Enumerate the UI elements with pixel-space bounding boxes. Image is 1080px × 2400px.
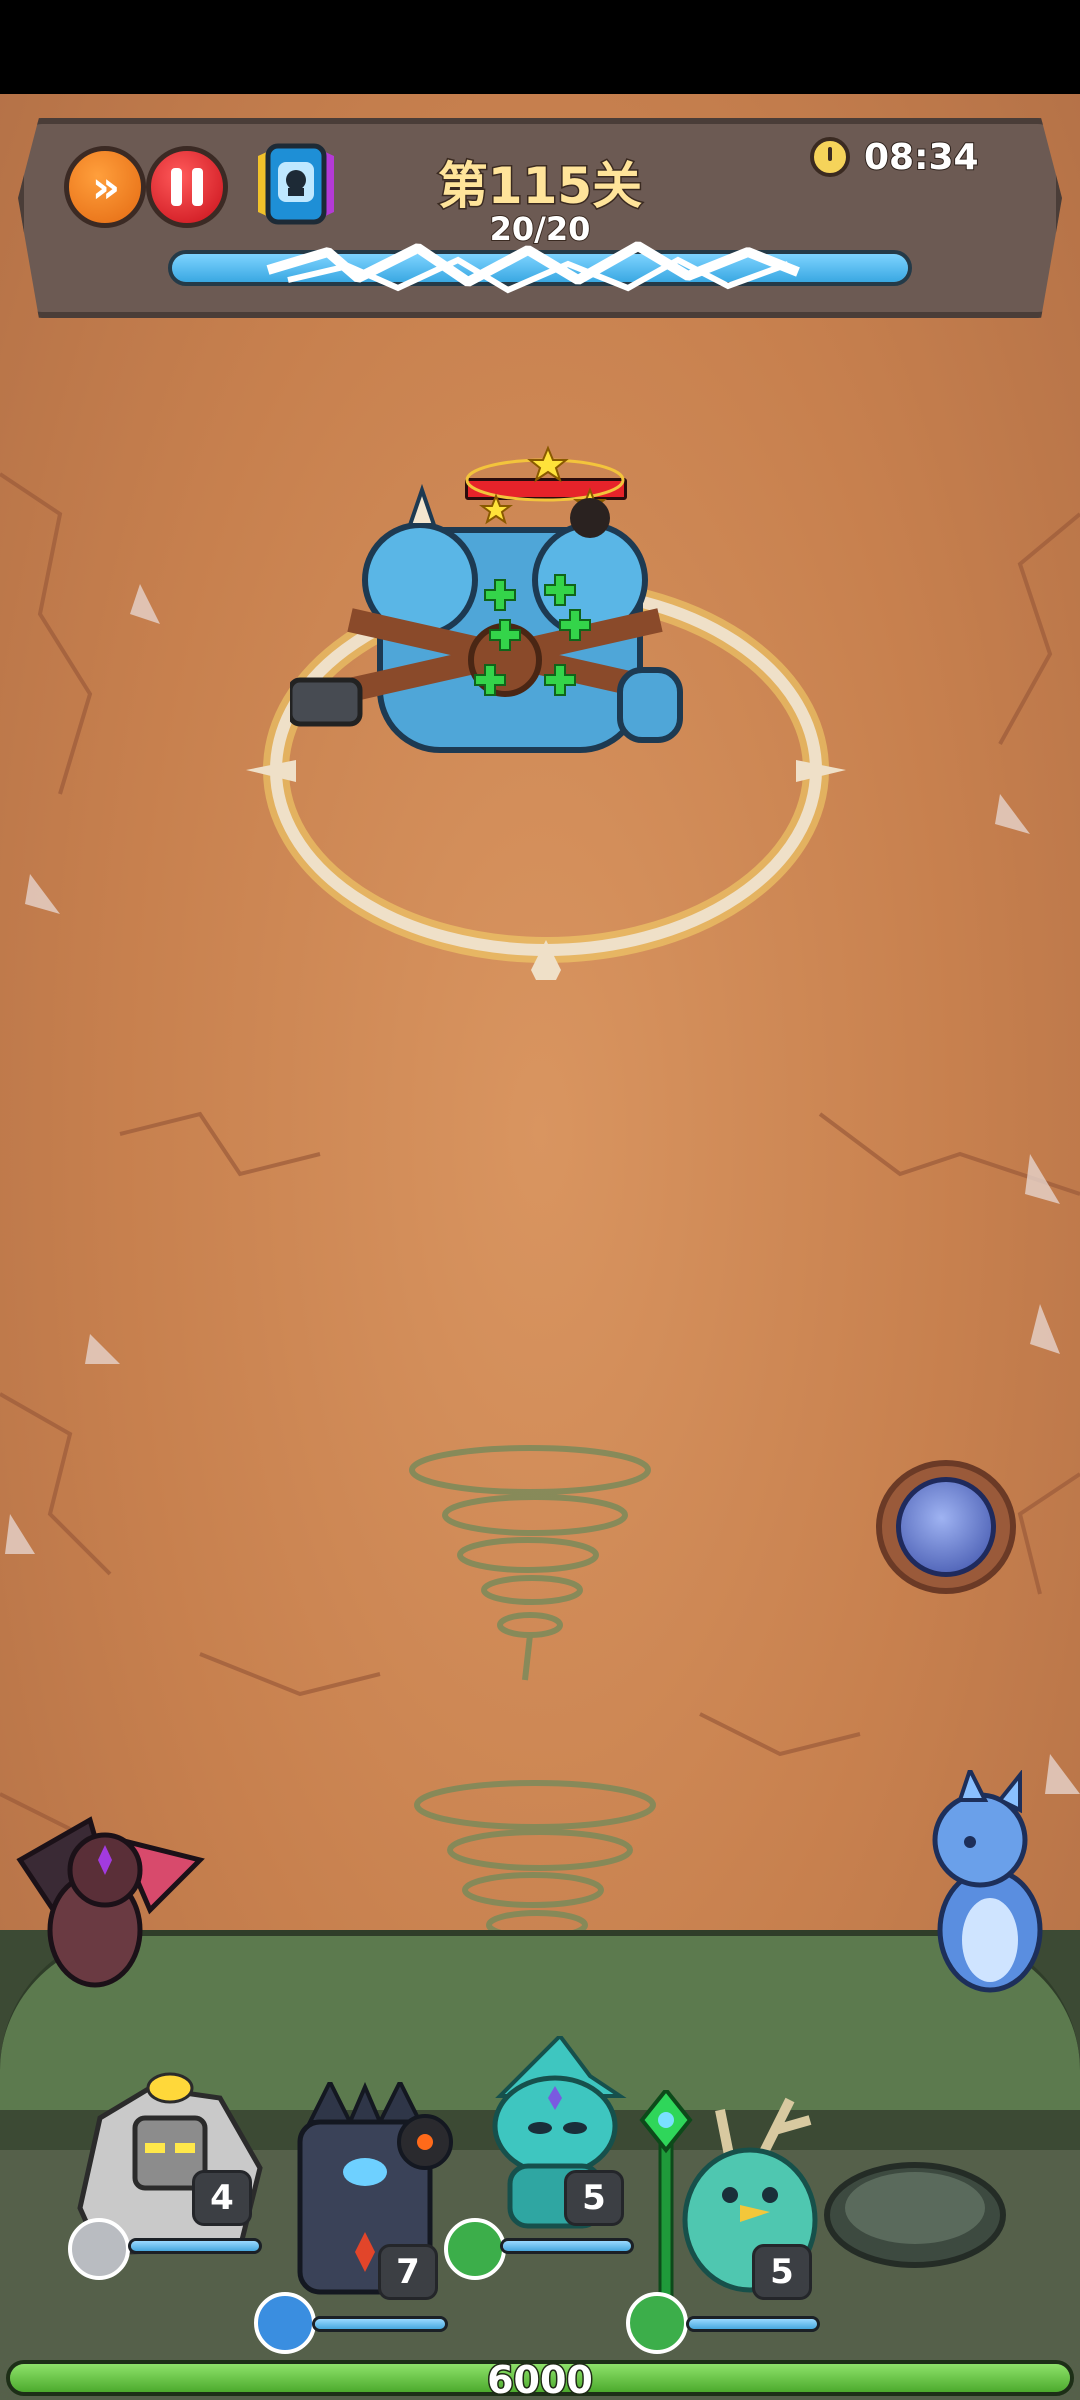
unit-level-badge: 4 (192, 2170, 252, 2226)
rock-icon (68, 2218, 130, 2280)
unit-dark-knight[interactable] (250, 2077, 480, 2302)
unit-hp-fill (689, 2319, 817, 2329)
wind-icon (444, 2218, 506, 2280)
tornado-effect (409, 1445, 651, 1681)
unit-level-badge: 5 (752, 2244, 812, 2300)
unit-hp-fill (131, 2241, 259, 2251)
top-hud: » 第115关 20/20 08:34 (18, 118, 1062, 318)
unit-hp-bar (128, 2238, 262, 2254)
unit-hp-bar (686, 2316, 820, 2332)
demon-face-icon (896, 1477, 996, 1577)
timer-text: 08:34 (863, 136, 980, 179)
wind-icon (626, 2292, 688, 2354)
boss-summon-skill-button[interactable] (876, 1460, 1016, 1594)
dark-knight-sprite (297, 2077, 453, 2295)
match-timer: 08:34 (810, 132, 980, 182)
unit-level-badge: 7 (378, 2244, 438, 2300)
blue-dragon-guardian[interactable] (910, 1770, 1080, 2010)
two-headed-ogre-boss[interactable] (290, 470, 720, 810)
status-bar (0, 0, 1080, 94)
dark-dragon-guardian[interactable] (0, 1780, 210, 2010)
empty-unit-slot[interactable] (822, 2160, 1008, 2270)
ice-crystal-icon (254, 2292, 316, 2354)
unit-hp-bar (312, 2316, 448, 2332)
base-health-text: 6000 (486, 2357, 595, 2400)
clock-icon (810, 137, 850, 177)
lightning-effect (266, 241, 800, 294)
unit-hp-fill (315, 2319, 445, 2329)
